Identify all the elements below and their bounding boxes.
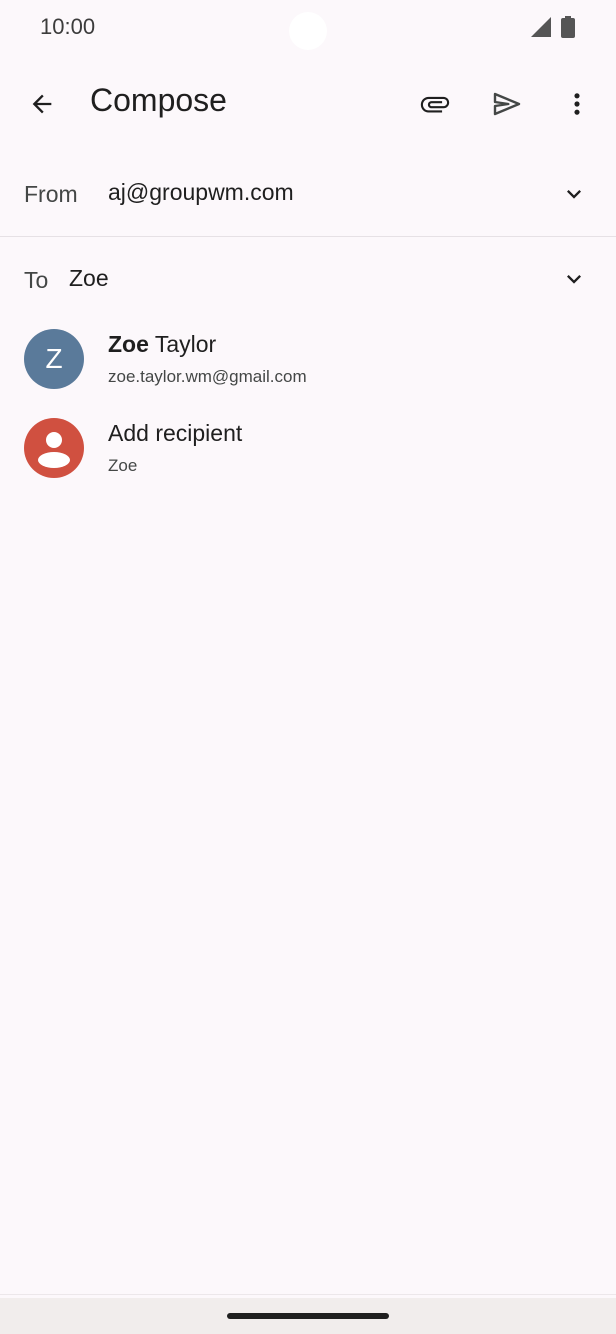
contact-name: Zoe Taylor [108,331,216,358]
status-time: 10:00 [40,14,96,39]
attach-button[interactable] [411,80,459,128]
contact-name-rest: Taylor [148,331,217,357]
add-recipient-label: Add recipient [108,420,243,446]
from-dropdown-button[interactable] [554,174,594,214]
contact-email: zoe.taylor.wm@gmail.com [108,367,307,386]
camera-cutout [289,12,327,50]
navigation-bar [0,1298,616,1334]
back-arrow-icon [32,94,52,114]
contact-name-match: Zoe [108,331,149,357]
from-value[interactable]: aj@groupwm.com [108,179,294,206]
page-title: Compose [90,82,227,118]
add-recipient-suggestion[interactable]: Add recipient Zoe [0,405,616,493]
more-options-button[interactable] [553,80,601,128]
send-button[interactable] [483,80,531,128]
avatar-letter: Z [45,343,63,374]
signal-icon [531,17,551,37]
chevron-down-icon [567,275,581,284]
contact-suggestion-zoe-taylor[interactable]: Z Zoe Taylor zoe.taylor.wm@gmail.com [0,316,616,404]
to-label: To [24,267,49,293]
send-icon [493,92,521,116]
avatar [24,418,84,478]
status-bar: 10:00 [0,0,616,56]
battery-icon [561,16,575,38]
home-gesture-handle[interactable] [227,1313,389,1319]
to-dropdown-button[interactable] [554,259,594,299]
chevron-down-icon [567,190,581,199]
from-field[interactable]: From aj@groupwm.com [0,152,616,237]
avatar: Z [24,329,84,389]
to-input[interactable]: Zoe [69,265,109,292]
add-recipient-query: Zoe [108,456,138,475]
back-button[interactable] [18,80,66,128]
to-field[interactable]: To Zoe [0,237,616,321]
from-label: From [24,181,78,207]
app-bar: Compose [0,56,616,152]
more-vert-icon [574,93,580,115]
person-icon [38,432,70,468]
paperclip-icon [420,96,450,113]
divider [0,1294,616,1295]
